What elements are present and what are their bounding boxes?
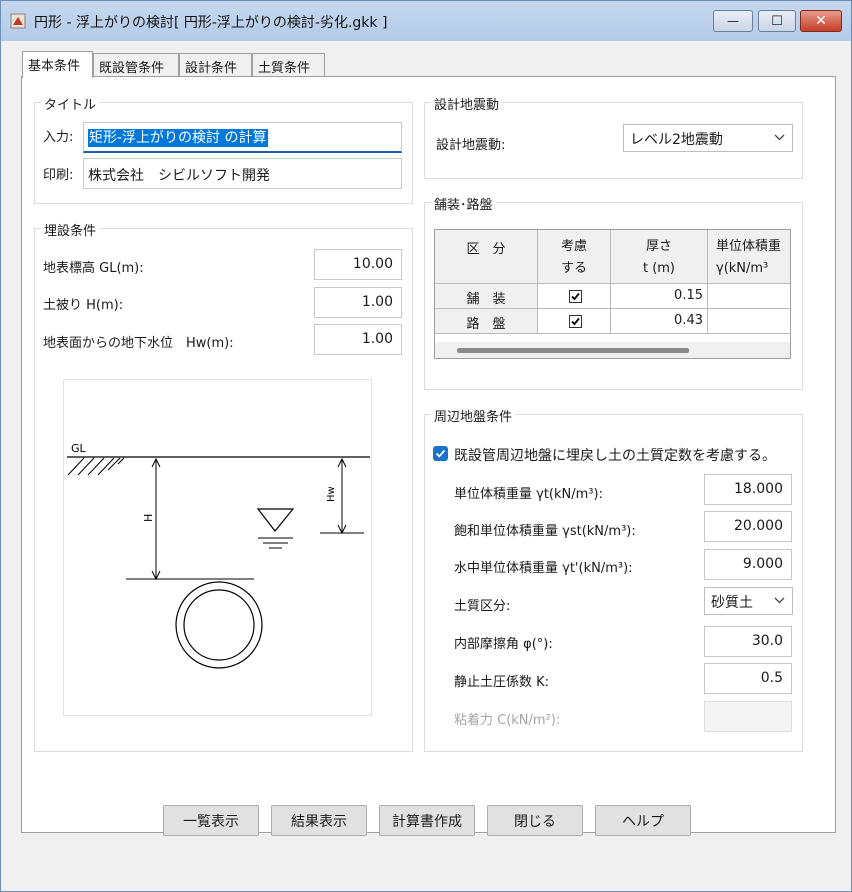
cohesion-field	[704, 701, 792, 732]
app-icon	[10, 13, 26, 29]
title-input-selection: 矩形-浮上がりの検討 の計算	[88, 129, 268, 147]
water-level-field[interactable]: 1.00	[314, 324, 402, 355]
roadbed-consider-checkbox[interactable]	[569, 315, 582, 328]
close-icon: ✕	[815, 13, 827, 29]
print-label: 印刷:	[43, 168, 74, 183]
soil-class-value: 砂質土	[711, 595, 753, 611]
grid-header-unit-weight-l2: γ(kN/m³	[716, 261, 769, 276]
grid-header-thickness: 厚さ t (m)	[611, 230, 708, 284]
print-title-field[interactable]: 株式会社 シビルソフト開発	[83, 158, 402, 189]
backfill-checkbox[interactable]	[433, 446, 448, 461]
title-input-field[interactable]: 矩形-浮上がりの検討 の計算	[83, 122, 402, 153]
hw-text: Hw	[326, 486, 337, 502]
window-title: 円形 - 浮上がりの検討[ 円形-浮上がりの検討-劣化.gkk ]	[34, 15, 388, 31]
grid-row-name: 路 盤	[435, 309, 538, 334]
backfill-label[interactable]: 既設管周辺地盤に埋戻し土の土質定数を考慮する。	[454, 445, 776, 465]
scrollbar-thumb[interactable]	[457, 348, 689, 353]
checkmark-icon	[571, 317, 580, 326]
result-view-button[interactable]: 結果表示	[271, 805, 367, 836]
seismic-label: 設計地震動:	[436, 138, 506, 153]
grid-row-unit-weight[interactable]	[708, 284, 790, 309]
grid-header-consider: 考慮 する	[538, 230, 611, 284]
seismic-select-value: レベル2地震動	[630, 132, 723, 148]
grid-row-unit-weight[interactable]	[708, 309, 790, 334]
pipe-inner	[183, 589, 255, 661]
tab-soil-conditions[interactable]: 土質条件	[252, 53, 325, 77]
submerged-weight-field[interactable]: 9.000	[704, 549, 792, 580]
soil-class-select[interactable]: 砂質土	[704, 587, 793, 615]
checkmark-icon	[435, 449, 446, 458]
grid-header-thickness-l1: 厚さ	[645, 239, 672, 254]
friction-label: 内部摩擦角 φ(°):	[454, 637, 553, 652]
chevron-down-icon	[774, 134, 785, 141]
friction-angle-field[interactable]: 30.0	[704, 626, 792, 657]
tab-basic-conditions[interactable]: 基本条件	[22, 51, 93, 78]
gl-label: 地表標高 GL(m):	[43, 261, 144, 276]
water-level-label: 地表面からの地下水位 Hw(m):	[43, 336, 234, 351]
gl-field[interactable]: 10.00	[314, 249, 402, 280]
pavement-consider-checkbox[interactable]	[569, 290, 582, 303]
title-bar[interactable]: 円形 - 浮上がりの検討[ 円形-浮上がりの検討-劣化.gkk ] — ☐ ✕	[1, 1, 851, 41]
grid-header-category: 区 分	[435, 230, 538, 284]
tab-existing-pipe[interactable]: 既設管条件	[93, 53, 179, 77]
minimize-icon: —	[727, 14, 739, 28]
title-group-label: タイトル	[41, 94, 100, 113]
app-window: 円形 - 浮上がりの検討[ 円形-浮上がりの検討-劣化.gkk ] — ☐ ✕ …	[0, 0, 852, 892]
earth-pressure-field[interactable]: 0.5	[704, 663, 792, 694]
grid-header-consider-l1: 考慮	[560, 239, 587, 254]
cover-label: 土被り H(m):	[43, 298, 124, 313]
cover-depth-field[interactable]: 1.00	[314, 287, 402, 318]
gl-text: GL	[71, 442, 87, 455]
pavement-grid: 区 分 考慮 する 厚さ t (m) 単位体積重 γ(kN/m³ 舗 装 0.1…	[434, 229, 791, 359]
ground-group-label: 周辺地盤条件	[431, 406, 516, 425]
grid-row-consider-cell[interactable]	[538, 309, 611, 334]
pipe-outer	[175, 581, 263, 669]
seismic-group-label: 設計地震動	[431, 94, 503, 113]
water-table-triangle	[256, 508, 295, 532]
maximize-button[interactable]: ☐	[758, 10, 796, 32]
soil-hatch	[67, 457, 125, 476]
grid-header-consider-l2: する	[560, 261, 587, 276]
cohesion-label: 粘着力 C(kN/m²):	[454, 713, 561, 728]
grid-header-thickness-l2: t (m)	[642, 261, 676, 276]
grid-row-consider-cell[interactable]	[538, 284, 611, 309]
grid-header-unit-weight: 単位体積重 γ(kN/m³	[708, 230, 790, 284]
pavement-group-label: 舗装･路盤	[431, 194, 496, 213]
grid-row-thickness[interactable]: 0.15	[611, 284, 708, 309]
soil-class-label: 土質区分:	[454, 599, 511, 614]
grid-row-name: 舗 装	[435, 284, 538, 309]
grid-horizontal-scrollbar[interactable]	[435, 342, 790, 358]
close-button[interactable]: 閉じる	[487, 805, 583, 836]
saturated-weight-field[interactable]: 20.000	[704, 511, 792, 542]
checkmark-icon	[571, 292, 580, 301]
minimize-button[interactable]: —	[713, 10, 753, 32]
input-label: 入力:	[43, 130, 74, 145]
sub-weight-label: 水中単位体積重量 γt'(kN/m³):	[454, 561, 633, 576]
h-text: H	[142, 514, 155, 522]
close-window-button[interactable]: ✕	[800, 10, 842, 32]
burial-diagram-svg: GL H Hw	[67, 442, 370, 669]
burial-diagram: GL H Hw	[63, 379, 372, 716]
chevron-down-icon	[774, 597, 785, 604]
maximize-icon: ☐	[771, 13, 783, 29]
burial-group-label: 埋設条件	[41, 220, 100, 239]
sat-weight-label: 飽和単位体積重量 γst(kN/m³):	[454, 524, 636, 539]
create-report-button[interactable]: 計算書作成	[379, 805, 475, 836]
unit-weight-field[interactable]: 18.000	[704, 474, 792, 505]
tab-design-conditions[interactable]: 設計条件	[179, 53, 252, 77]
earth-pressure-label: 静止土圧係数 K:	[454, 675, 550, 690]
list-view-button[interactable]: 一覧表示	[163, 805, 259, 836]
grid-row-thickness[interactable]: 0.43	[611, 309, 708, 334]
help-button[interactable]: ヘルプ	[595, 805, 691, 836]
unit-weight-label: 単位体積重量 γt(kN/m³):	[454, 487, 603, 502]
seismic-select[interactable]: レベル2地震動	[623, 124, 793, 152]
grid-header-unit-weight-l1: 単位体積重	[716, 239, 782, 254]
